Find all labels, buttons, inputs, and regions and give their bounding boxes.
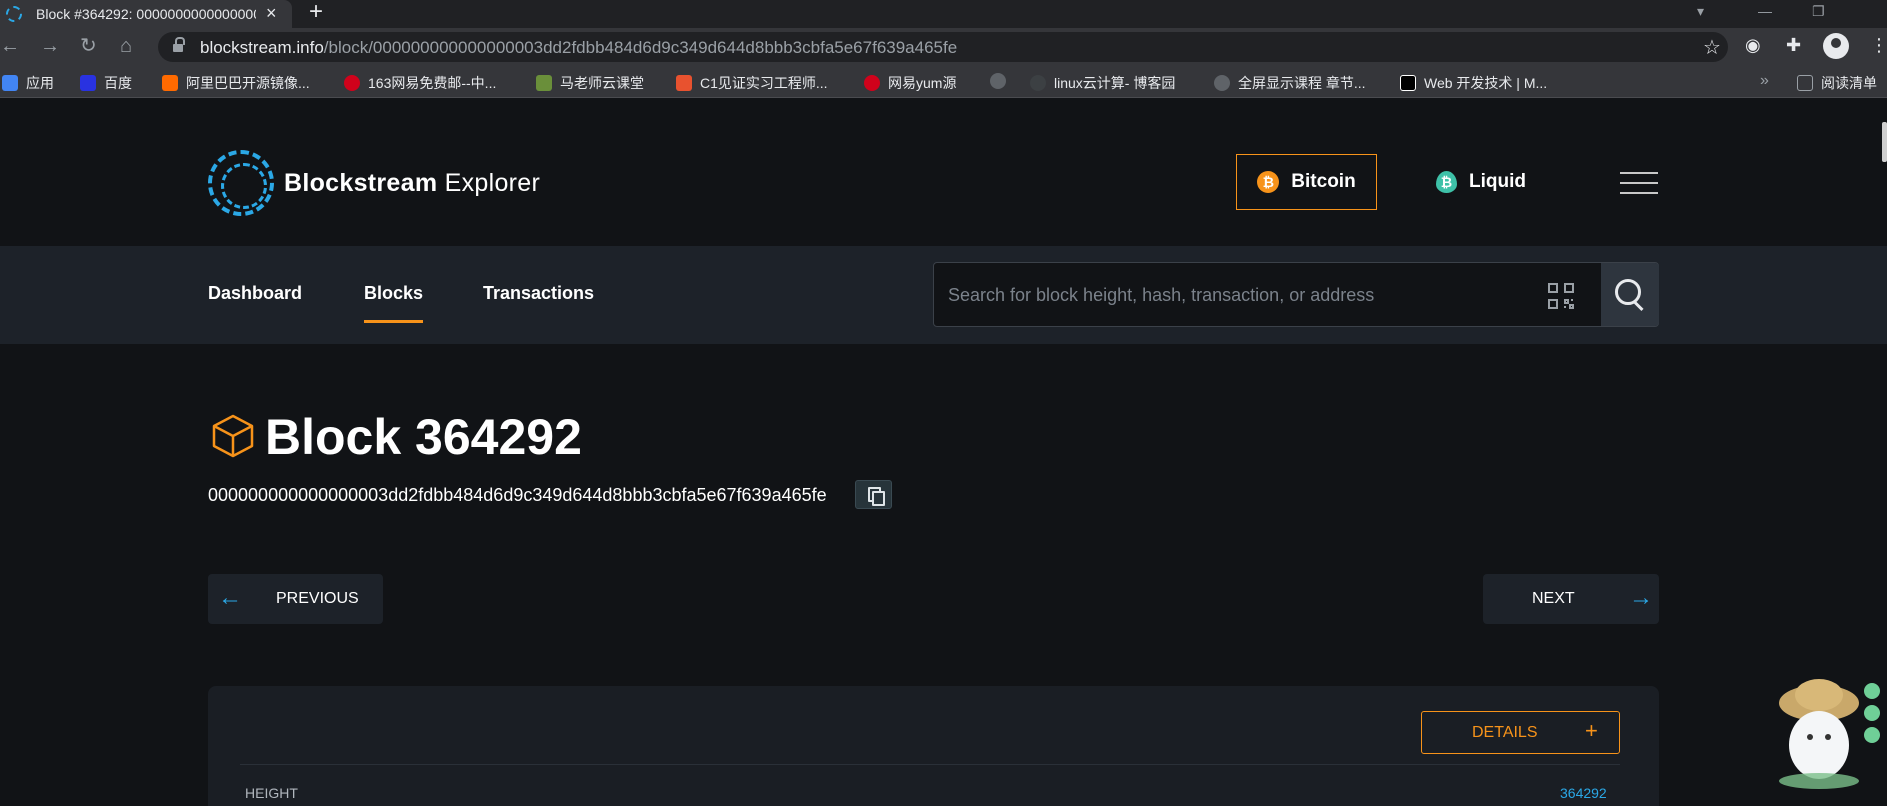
puzzle-extensions-icon[interactable]: ✚ <box>1786 36 1801 54</box>
qr-scan-icon[interactable] <box>1546 281 1576 311</box>
browser-menu-icon[interactable]: ⋮ <box>1870 36 1887 54</box>
nav-blocks[interactable]: Blocks <box>364 283 424 323</box>
page-title: Block 364292 <box>265 409 582 465</box>
copy-hash-button[interactable] <box>855 480 892 509</box>
c1-logo-icon <box>676 75 692 91</box>
nav-dashboard[interactable]: Dashboard <box>208 283 302 304</box>
blockstream-logo-icon[interactable] <box>208 150 274 216</box>
bitcoin-network-button[interactable]: ₿ Bitcoin <box>1236 154 1377 210</box>
height-value[interactable]: 364292 <box>1560 785 1607 801</box>
bookmark-fullscreen-course[interactable]: 全屏显示课程 章节... <box>1214 73 1366 93</box>
globe-icon[interactable] <box>990 73 1014 89</box>
block-hash: 000000000000000003dd2fdbb484d6d9c349d644… <box>208 485 827 505</box>
bookmarks-bar: 应用 百度 阿里巴巴开源镜像... 163网易免费邮--中... 马老师云课堂 … <box>0 66 1887 98</box>
search-input[interactable] <box>948 281 1508 309</box>
bookmark-163-mail[interactable]: 163网易免费邮--中... <box>344 73 496 93</box>
reload-icon[interactable]: ↻ <box>80 36 97 56</box>
extension-icon[interactable]: ◉ <box>1745 36 1761 54</box>
page-scrollbar[interactable] <box>1882 122 1887 162</box>
qr-site-icon <box>536 75 552 91</box>
bitcoin-icon: ₿ <box>1257 171 1280 193</box>
hamburger-menu-icon[interactable] <box>1620 172 1658 194</box>
browser-tab-strip: Block #364292: 000000000000000003dd2fdbb… <box>0 0 1887 28</box>
profile-avatar-icon[interactable] <box>1823 33 1849 59</box>
apps-grid-icon <box>2 75 18 91</box>
divider <box>240 764 1620 765</box>
home-icon[interactable]: ⌂ <box>120 36 132 56</box>
details-toggle-button[interactable]: DETAILS + <box>1421 711 1620 754</box>
globe-icon <box>1214 75 1230 91</box>
bookmark-star-icon[interactable]: ☆ <box>1703 35 1721 60</box>
netease-mail-icon <box>344 75 360 91</box>
globe-icon <box>990 73 1006 89</box>
reading-list-icon <box>1797 75 1813 91</box>
netease-icon <box>864 75 880 91</box>
tab-close-icon[interactable]: × <box>266 4 277 22</box>
tab-title: Block #364292: 000000000000000003dd2fdbb <box>36 6 256 22</box>
bookmark-cnblogs[interactable]: linux云计算- 博客园 <box>1030 73 1175 93</box>
search-box <box>933 262 1659 327</box>
tab-search-icon[interactable]: ▾ <box>1697 3 1704 20</box>
restore-icon[interactable]: ❐ <box>1812 3 1825 20</box>
bookmark-apps[interactable]: 应用 <box>2 73 54 93</box>
aliyun-icon <box>162 75 178 91</box>
plus-icon: + <box>1585 718 1598 743</box>
blockstream-favicon-icon <box>6 6 22 22</box>
previous-block-button[interactable]: ← PREVIOUS <box>208 574 383 624</box>
lock-icon[interactable] <box>173 37 185 53</box>
nav-transactions[interactable]: Transactions <box>483 283 594 304</box>
bookmark-mdn[interactable]: Web 开发技术 | M... <box>1400 73 1547 93</box>
floating-mascot-widget-icon[interactable] <box>1774 663 1884 792</box>
arrow-right-icon: → <box>1629 584 1653 611</box>
forward-icon[interactable]: → <box>40 36 60 56</box>
mdn-icon <box>1400 75 1416 91</box>
site-brand[interactable]: Blockstream Explorer <box>284 169 540 198</box>
address-bar[interactable]: blockstream.info/block/00000000000000000… <box>158 32 1728 62</box>
bookmark-ma-classroom[interactable]: 马老师云课堂 <box>536 73 644 93</box>
bookmark-baidu[interactable]: 百度 <box>80 73 132 93</box>
liquid-drop-icon: ₿ <box>1436 171 1458 193</box>
bookmark-aliyun-mirror[interactable]: 阿里巴巴开源镜像... <box>162 73 310 93</box>
browser-toolbar: ← → ↻ ⌂ blockstream.info/block/000000000… <box>0 28 1887 66</box>
bookmark-c1-intern[interactable]: C1见证实习工程师... <box>676 73 828 93</box>
arrow-left-icon: ← <box>218 584 242 611</box>
back-icon[interactable]: ← <box>0 36 20 56</box>
url-text[interactable]: blockstream.info/block/00000000000000000… <box>200 38 957 58</box>
search-button[interactable] <box>1601 263 1659 326</box>
more-bookmarks-icon[interactable]: » <box>1760 72 1769 90</box>
baidu-paw-icon <box>80 75 96 91</box>
bookmark-netease-yum[interactable]: 网易yum源 <box>864 73 956 93</box>
reading-list[interactable]: 阅读清单 <box>1797 73 1877 93</box>
block-cube-icon <box>212 414 254 458</box>
browser-tab[interactable]: Block #364292: 000000000000000003dd2fdbb… <box>0 0 292 28</box>
liquid-network-button[interactable]: ₿ Liquid <box>1436 154 1526 210</box>
new-tab-icon[interactable]: + <box>309 0 323 24</box>
minimize-icon[interactable]: — <box>1758 3 1772 19</box>
next-block-button[interactable]: NEXT → <box>1483 574 1659 624</box>
height-label: HEIGHT <box>245 785 298 801</box>
cnblogs-icon <box>1030 75 1046 91</box>
